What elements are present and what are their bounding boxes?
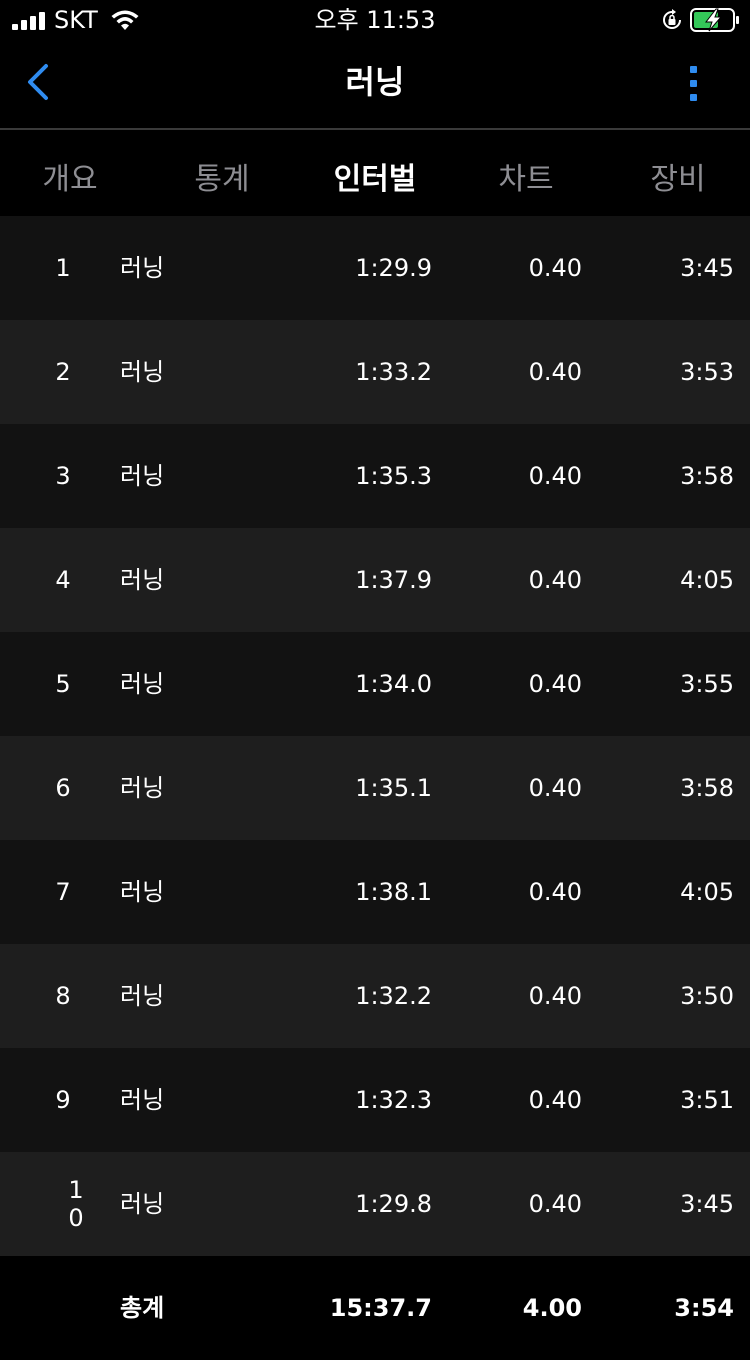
total-label: 총계 xyxy=(120,1294,165,1322)
interval-distance: 0.40 xyxy=(528,358,582,386)
status-time: 오후 11:53 xyxy=(314,6,436,34)
tab-equipment[interactable]: 장비 xyxy=(628,130,728,230)
interval-time: 1:32.2 xyxy=(355,982,432,1010)
interval-pace: 3:55 xyxy=(680,670,734,698)
interval-number: 1 xyxy=(55,254,71,282)
interval-type: 러닝 xyxy=(120,774,165,802)
interval-distance: 0.40 xyxy=(528,670,582,698)
interval-type: 러닝 xyxy=(120,982,165,1010)
interval-number: 8 xyxy=(55,982,71,1010)
status-bar: SKT 오후 11:53 xyxy=(0,0,750,40)
interval-type: 러닝 xyxy=(120,462,165,490)
tab-overview[interactable]: 개요 xyxy=(20,130,120,230)
interval-number: 9 xyxy=(55,1086,71,1114)
interval-time: 1:32.3 xyxy=(355,1086,432,1114)
total-distance: 4.00 xyxy=(522,1294,582,1322)
interval-pace: 3:53 xyxy=(680,358,734,386)
interval-pace: 4:05 xyxy=(680,878,734,906)
interval-number: 3 xyxy=(55,462,71,490)
interval-time: 1:29.8 xyxy=(355,1190,432,1218)
more-options-icon[interactable] xyxy=(676,62,712,106)
interval-number: 5 xyxy=(55,670,71,698)
table-row[interactable]: 1 러닝 1:29.9 0.40 3:45 xyxy=(0,216,750,320)
navigation-bar: 러닝 xyxy=(0,40,750,130)
interval-pace: 3:45 xyxy=(680,254,734,282)
interval-distance: 0.40 xyxy=(528,774,582,802)
interval-distance: 0.40 xyxy=(528,566,582,594)
page-title: 러닝 xyxy=(345,63,405,101)
tab-intervals[interactable]: 인터벌 xyxy=(320,130,430,230)
interval-time: 1:35.1 xyxy=(355,774,432,802)
interval-type: 러닝 xyxy=(120,1190,165,1218)
interval-pace: 4:05 xyxy=(680,566,734,594)
table-row[interactable]: 2 러닝 1:33.2 0.40 3:53 xyxy=(0,320,750,424)
interval-type: 러닝 xyxy=(120,1086,165,1114)
interval-number: 10 xyxy=(68,1176,84,1232)
interval-distance: 0.40 xyxy=(528,254,582,282)
interval-type: 러닝 xyxy=(120,878,165,906)
tab-statistics[interactable]: 통계 xyxy=(172,130,272,230)
interval-time: 1:34.0 xyxy=(355,670,432,698)
interval-time: 1:38.1 xyxy=(355,878,432,906)
interval-number: 6 xyxy=(55,774,71,802)
battery-charging-icon xyxy=(690,8,739,32)
table-row[interactable]: 9 러닝 1:32.3 0.40 3:51 xyxy=(0,1048,750,1152)
interval-pace: 3:51 xyxy=(680,1086,734,1114)
table-row[interactable]: 5 러닝 1:34.0 0.40 3:55 xyxy=(0,632,750,736)
interval-time: 1:37.9 xyxy=(355,566,432,594)
total-time: 15:37.7 xyxy=(329,1294,432,1322)
interval-time: 1:33.2 xyxy=(355,358,432,386)
interval-type: 러닝 xyxy=(120,358,165,386)
table-row[interactable]: 8 러닝 1:32.2 0.40 3:50 xyxy=(0,944,750,1048)
interval-type: 러닝 xyxy=(120,566,165,594)
interval-number: 7 xyxy=(55,878,71,906)
interval-table: 1 러닝 1:29.9 0.40 3:45 2 러닝 1:33.2 0.40 3… xyxy=(0,216,750,1360)
table-row[interactable]: 4 러닝 1:37.9 0.40 4:05 xyxy=(0,528,750,632)
table-row[interactable]: 7 러닝 1:38.1 0.40 4:05 xyxy=(0,840,750,944)
tab-charts[interactable]: 차트 xyxy=(476,130,576,230)
total-row: 총계 15:37.7 4.00 3:54 xyxy=(0,1256,750,1360)
interval-time: 1:29.9 xyxy=(355,254,432,282)
orientation-lock-icon xyxy=(663,9,681,29)
table-row[interactable]: 6 러닝 1:35.1 0.40 3:58 xyxy=(0,736,750,840)
interval-number: 4 xyxy=(55,566,71,594)
interval-pace: 3:58 xyxy=(680,462,734,490)
interval-pace: 3:45 xyxy=(680,1190,734,1218)
interval-pace: 3:58 xyxy=(680,774,734,802)
interval-type: 러닝 xyxy=(120,670,165,698)
interval-pace: 3:50 xyxy=(680,982,734,1010)
interval-number: 2 xyxy=(55,358,71,386)
interval-distance: 0.40 xyxy=(528,462,582,490)
interval-distance: 0.40 xyxy=(528,878,582,906)
interval-distance: 0.40 xyxy=(528,1190,582,1218)
interval-distance: 0.40 xyxy=(528,982,582,1010)
table-row[interactable]: 3 러닝 1:35.3 0.40 3:58 xyxy=(0,424,750,528)
interval-distance: 0.40 xyxy=(528,1086,582,1114)
total-pace: 3:54 xyxy=(674,1294,734,1322)
interval-time: 1:35.3 xyxy=(355,462,432,490)
table-row[interactable]: 10 러닝 1:29.8 0.40 3:45 xyxy=(0,1152,750,1256)
interval-type: 러닝 xyxy=(120,254,165,282)
